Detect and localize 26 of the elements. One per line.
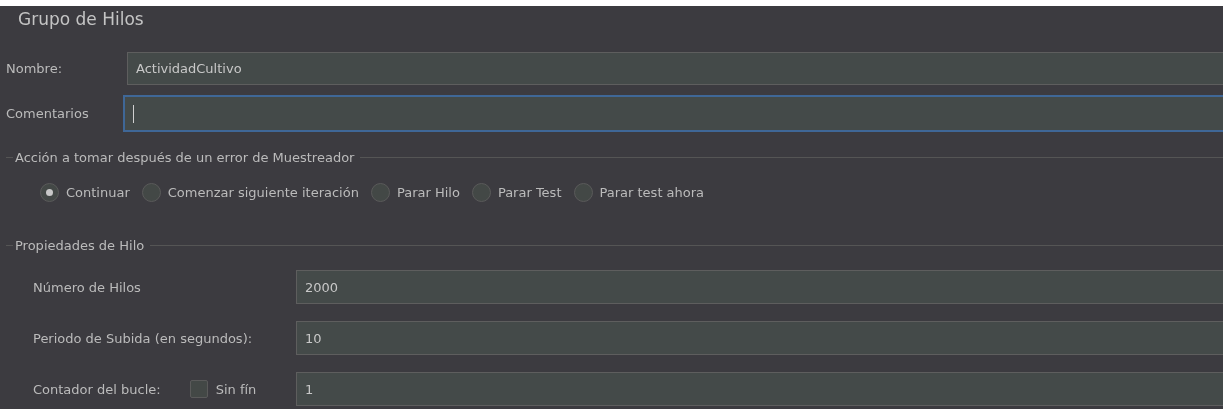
input-field[interactable]: 2000 (296, 270, 1223, 304)
checkbox[interactable] (189, 380, 208, 398)
radio-option[interactable]: Continuar (40, 183, 130, 202)
section-legend: Acción a tomar después de un error de Muestreador (13, 150, 361, 165)
radio-label: Continuar (66, 185, 130, 200)
radio-option[interactable]: Parar Hilo (370, 183, 460, 202)
checkbox-label: Sin fín (215, 381, 257, 397)
radio-label: Parar Test (497, 185, 562, 200)
field-label: Nombre: (6, 61, 64, 76)
comments-field[interactable] (123, 95, 1223, 132)
text-cursor (133, 104, 134, 123)
radio-option[interactable]: Parar Test (471, 183, 562, 202)
field-label: Contador del bucle: (33, 381, 161, 397)
input-field[interactable]: 10 (296, 321, 1223, 355)
field-label: Comentarios (6, 106, 90, 121)
radio-label: Parar test ahora (599, 185, 705, 200)
radio-option[interactable]: Comenzar siguiente iteración (141, 183, 359, 202)
radio-label: Parar Hilo (396, 185, 460, 200)
field-label: Número de Hilos (33, 279, 142, 295)
radio-option[interactable]: Parar test ahora (573, 183, 705, 202)
name-field[interactable]: ActividadCultivo (127, 52, 1223, 85)
section-legend: Propiedades de Hilo (13, 238, 151, 253)
input-field[interactable]: 1 (296, 372, 1223, 406)
panel-title: Grupo de Hilos (17, 8, 145, 31)
field-label: Periodo de Subida (en segundos): (33, 330, 254, 346)
radio-label: Comenzar siguiente iteración (167, 185, 359, 200)
